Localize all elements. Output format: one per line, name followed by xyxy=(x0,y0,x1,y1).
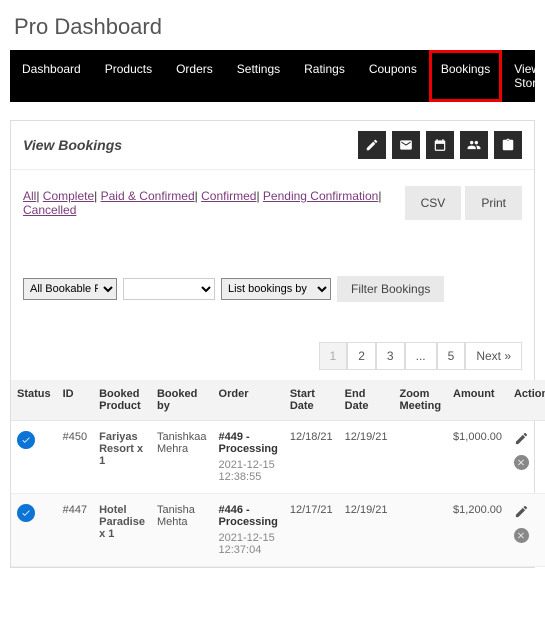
nav-ratings[interactable]: Ratings xyxy=(292,50,357,102)
print-button[interactable]: Print xyxy=(465,186,522,220)
filter-complete[interactable]: Complete xyxy=(43,189,94,203)
nav-dashboard[interactable]: Dashboard xyxy=(10,50,93,102)
users-icon[interactable] xyxy=(460,131,488,159)
cell-id: #450 xyxy=(57,421,93,494)
col-bookedby: Booked by xyxy=(151,380,213,421)
export-buttons: CSV Print xyxy=(405,186,522,220)
controls-row: All Bookable Products List bookings by F… xyxy=(11,226,534,312)
filter-paid-confirmed[interactable]: Paid & Confirmed xyxy=(101,189,195,203)
nav-viewstore[interactable]: View Store xyxy=(502,50,545,102)
mail-icon[interactable] xyxy=(392,131,420,159)
col-zoom: Zoom Meeting xyxy=(393,380,447,421)
delete-row-icon[interactable] xyxy=(514,455,529,470)
col-enddate: End Date xyxy=(339,380,394,421)
cell-enddate: 12/19/21 xyxy=(339,494,394,567)
page-title: Pro Dashboard xyxy=(0,0,545,50)
bookings-panel: View Bookings All| Complete| Paid & Conf… xyxy=(10,120,535,568)
filters-row: All| Complete| Paid & Confirmed| Confirm… xyxy=(11,170,534,226)
col-startdate: Start Date xyxy=(284,380,339,421)
clipboard-icon[interactable] xyxy=(494,131,522,159)
col-order: Order xyxy=(213,380,284,421)
page-next[interactable]: Next » xyxy=(465,342,522,370)
edit-icon[interactable] xyxy=(358,131,386,159)
status-check-icon xyxy=(17,431,35,449)
filter-confirmed[interactable]: Confirmed xyxy=(201,189,256,203)
bookings-table: Status ID Booked Product Booked by Order… xyxy=(11,380,545,567)
cell-zoom xyxy=(393,494,447,567)
nav-coupons[interactable]: Coupons xyxy=(357,50,429,102)
cell-amount: $1,200.00 xyxy=(447,494,508,567)
filter-bookings-button[interactable]: Filter Bookings xyxy=(337,276,444,302)
nav-bookings[interactable]: Bookings xyxy=(429,50,502,102)
cell-product: Hotel Paradise x 1 xyxy=(93,494,151,567)
cell-enddate: 12/19/21 xyxy=(339,421,394,494)
nav-settings[interactable]: Settings xyxy=(225,50,292,102)
delete-row-icon[interactable] xyxy=(514,528,529,543)
cell-startdate: 12/18/21 xyxy=(284,421,339,494)
panel-header: View Bookings xyxy=(11,121,534,170)
filter-cancelled[interactable]: Cancelled xyxy=(23,203,76,217)
col-id: ID xyxy=(57,380,93,421)
cell-id: #447 xyxy=(57,494,93,567)
page-ellipsis: ... xyxy=(405,342,437,370)
col-status: Status xyxy=(11,380,57,421)
product-select[interactable]: All Bookable Products xyxy=(23,278,117,300)
cell-order: #449 - Processing2021-12-15 12:38:55 xyxy=(213,421,284,494)
header-icon-buttons xyxy=(358,131,522,159)
edit-row-icon[interactable] xyxy=(514,431,529,449)
csv-button[interactable]: CSV xyxy=(405,186,462,220)
status-filter-links: All| Complete| Paid & Confirmed| Confirm… xyxy=(23,189,405,217)
page-2[interactable]: 2 xyxy=(347,342,376,370)
nav-orders[interactable]: Orders xyxy=(164,50,225,102)
table-row: #450 Fariyas Resort x 1 Tanishkaa Mehra … xyxy=(11,421,545,494)
filter-all[interactable]: All xyxy=(23,189,36,203)
page-1[interactable]: 1 xyxy=(319,342,348,370)
cell-startdate: 12/17/21 xyxy=(284,494,339,567)
col-amount: Amount xyxy=(447,380,508,421)
cell-amount: $1,000.00 xyxy=(447,421,508,494)
col-actions: Actions xyxy=(508,380,545,421)
col-product: Booked Product xyxy=(93,380,151,421)
nav-products[interactable]: Products xyxy=(93,50,164,102)
pagination: 1 2 3 ... 5 Next » xyxy=(11,312,534,380)
table-row: #447 Hotel Paradise x 1 Tanisha Mehta #4… xyxy=(11,494,545,567)
list-by-select[interactable]: List bookings by xyxy=(221,278,331,300)
top-nav: Dashboard Products Orders Settings Ratin… xyxy=(10,50,535,102)
page-3[interactable]: 3 xyxy=(376,342,405,370)
cell-order: #446 - Processing2021-12-15 12:37:04 xyxy=(213,494,284,567)
cell-product: Fariyas Resort x 1 xyxy=(93,421,151,494)
calendar-icon[interactable] xyxy=(426,131,454,159)
cell-zoom xyxy=(393,421,447,494)
status-check-icon xyxy=(17,504,35,522)
secondary-select[interactable] xyxy=(123,278,215,300)
cell-bookedby: Tanisha Mehta xyxy=(151,494,213,567)
edit-row-icon[interactable] xyxy=(514,504,529,522)
filter-pending[interactable]: Pending Confirmation xyxy=(263,189,378,203)
cell-bookedby: Tanishkaa Mehra xyxy=(151,421,213,494)
page-5[interactable]: 5 xyxy=(437,342,466,370)
panel-title: View Bookings xyxy=(23,137,122,153)
